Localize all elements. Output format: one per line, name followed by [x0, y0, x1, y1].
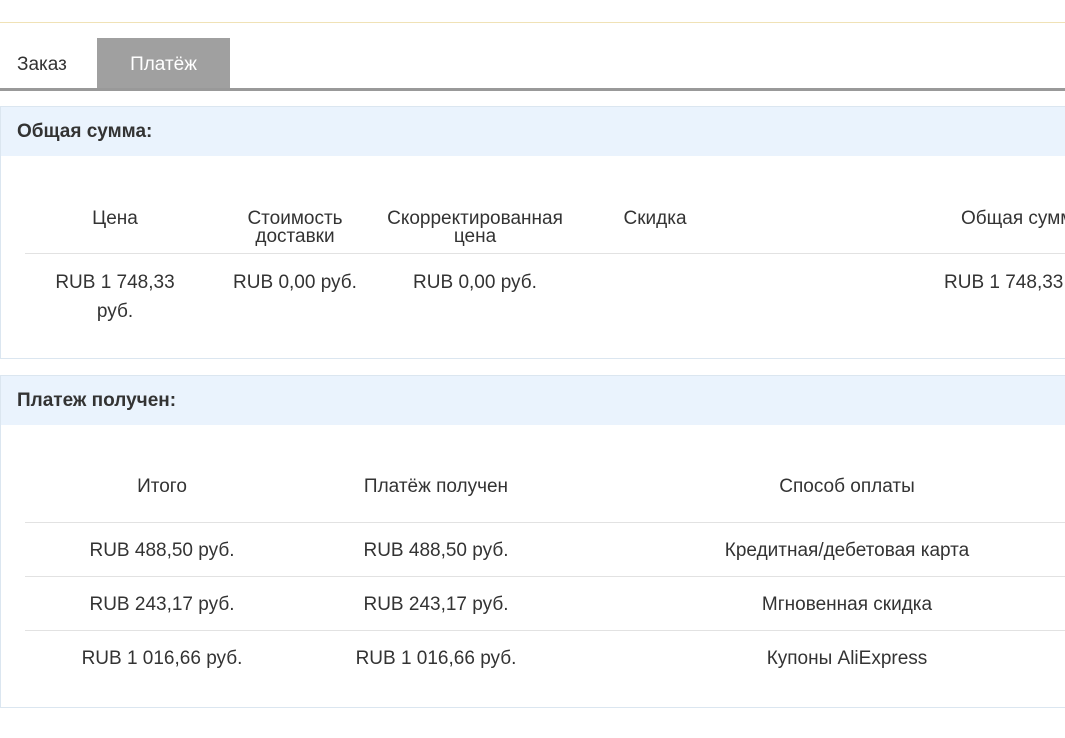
row3-subtotal: RUB 1 016,66 руб. — [81, 648, 243, 669]
total-panel-title: Общая сумма: — [1, 107, 1065, 156]
row1-divider — [25, 576, 1065, 577]
top-strip — [0, 0, 1065, 23]
price-value-line2: руб. — [96, 301, 134, 322]
row2-method: Мгновенная скидка — [761, 594, 933, 615]
received-panel: Платеж получен: Итого Платёж получен Спо… — [0, 375, 1065, 708]
total-panel: Общая сумма: Цена Стоимость доставки Ско… — [0, 106, 1065, 359]
col-method-header: Способ оплаты — [779, 476, 915, 497]
received-panel-title: Платеж получен: — [1, 376, 1065, 425]
price-value-line1: RUB 1 748,33 — [55, 272, 175, 293]
row3-method: Купоны AliExpress — [766, 648, 928, 669]
adjusted-value: RUB 0,00 руб. — [413, 272, 537, 293]
row3-received: RUB 1 016,66 руб. — [355, 648, 517, 669]
shipping-value: RUB 0,00 руб. — [233, 272, 357, 293]
row1-received: RUB 488,50 руб. — [363, 540, 509, 561]
received-header-divider — [25, 522, 1065, 523]
col-price-header: Цена — [92, 208, 138, 229]
col-received-header: Платёж получен — [363, 476, 509, 497]
col-discount-header: Скидка — [623, 208, 687, 229]
tab-bar: Заказ Платёж — [0, 38, 1065, 91]
tab-payment[interactable]: Платёж — [97, 38, 230, 88]
col-total-header: Общая сумма — [961, 208, 1065, 229]
col-adjusted-header-line2: цена — [453, 226, 497, 247]
row2-received: RUB 243,17 руб. — [363, 594, 509, 615]
col-subtotal-header: Итого — [137, 476, 187, 497]
row1-method: Кредитная/дебетовая карта — [724, 540, 970, 561]
total-header-divider — [25, 253, 1065, 254]
row2-subtotal: RUB 243,17 руб. — [89, 594, 235, 615]
tab-order[interactable]: Заказ — [0, 38, 84, 88]
total-value: RUB 1 748,33 руб. — [944, 272, 1065, 293]
row2-divider — [25, 630, 1065, 631]
col-shipping-header-line2: доставки — [255, 226, 335, 247]
row1-subtotal: RUB 488,50 руб. — [89, 540, 235, 561]
